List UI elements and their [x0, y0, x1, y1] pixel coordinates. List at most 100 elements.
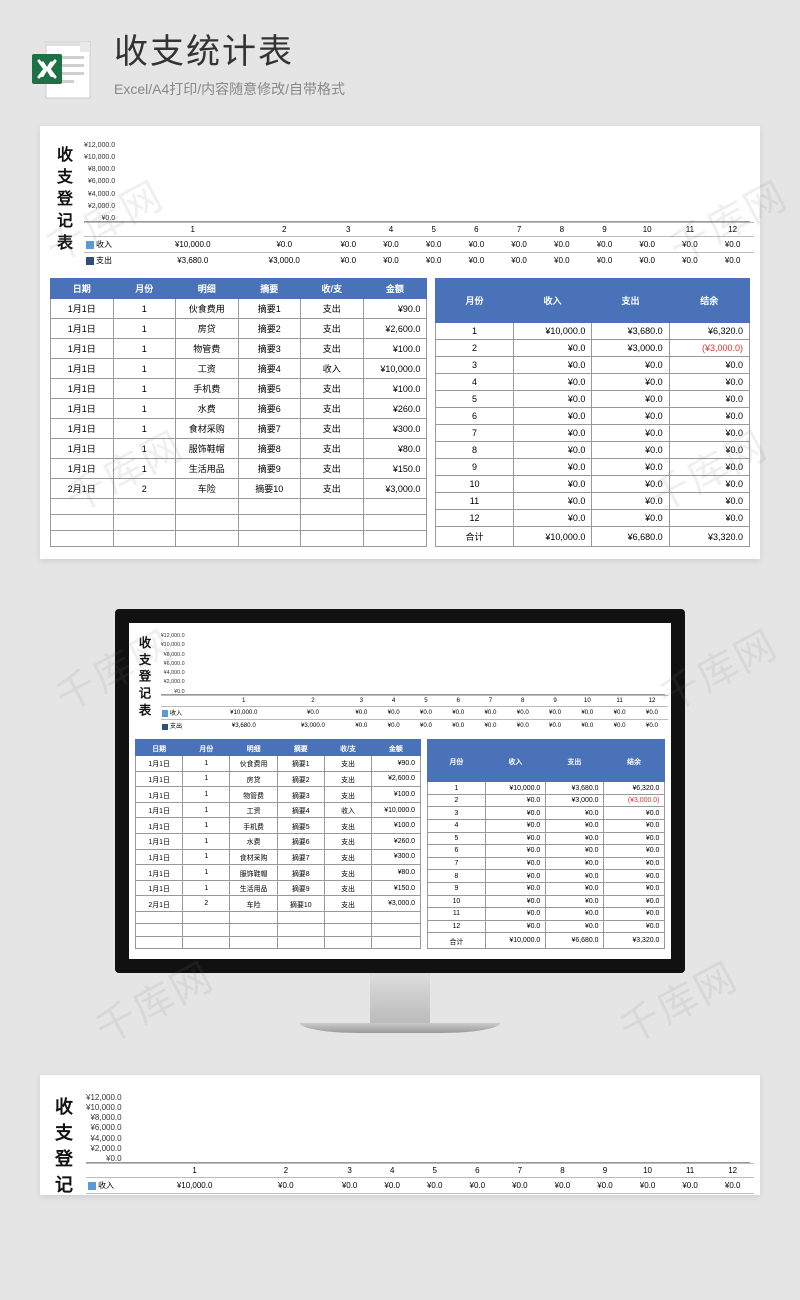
y-axis: ¥0.0¥2,000.0¥4,000.0¥6,000.0¥8,000.0¥10,…	[86, 1093, 126, 1163]
col-header: 结余	[604, 740, 665, 782]
cell: ¥0.0	[669, 425, 749, 442]
cell	[238, 515, 301, 531]
chart-value: ¥0.0	[327, 253, 370, 269]
chart-value: ¥0.0	[584, 1178, 627, 1194]
table-row: 4 ¥0.0 ¥0.0 ¥0.0	[427, 820, 664, 833]
cell: 伙食费用	[230, 756, 277, 772]
cell: 食材采购	[176, 419, 239, 439]
cell: 摘要6	[277, 834, 324, 850]
chart-value: ¥0.0	[455, 253, 498, 269]
x-tick: 3	[327, 223, 370, 237]
chart-value: ¥0.0	[539, 719, 571, 732]
table-row: 1 ¥10,000.0 ¥3,680.0 ¥6,320.0	[436, 323, 750, 340]
cell: ¥0.0	[592, 374, 669, 391]
chart-value: ¥0.0	[378, 719, 410, 732]
cell: ¥0.0	[486, 870, 546, 883]
chart-value: ¥0.0	[571, 706, 603, 719]
table-row: 1月1日1物管费摘要3支出¥100.0	[136, 787, 421, 803]
summary-table: 月份收入支出结余 1 ¥10,000.0 ¥3,680.0 ¥6,320.0 2…	[427, 739, 665, 948]
cell	[51, 531, 114, 547]
table-row: 2月1日2车险摘要10支出¥3,000.0	[51, 479, 427, 499]
cell	[136, 912, 183, 924]
cell	[363, 515, 427, 531]
cell: ¥3,680.0	[545, 782, 603, 795]
cell: ¥0.0	[604, 820, 665, 833]
cell: ¥0.0	[513, 425, 592, 442]
chart-value: ¥0.0	[584, 1194, 627, 1196]
cell: ¥0.0	[513, 408, 592, 425]
cell	[176, 515, 239, 531]
cell: 1	[113, 439, 176, 459]
table-row	[136, 924, 421, 936]
table-row: 8 ¥0.0 ¥0.0 ¥0.0	[427, 870, 664, 883]
table-row: 5 ¥0.0 ¥0.0 ¥0.0	[436, 391, 750, 408]
cell: 2	[113, 479, 176, 499]
cell: ¥0.0	[669, 408, 749, 425]
cell: 6	[436, 408, 513, 425]
table-row: 1月1日1服饰鞋帽摘要8支出¥80.0	[136, 865, 421, 881]
cell	[324, 936, 371, 948]
chart-value: ¥0.0	[711, 1178, 754, 1194]
chart-value: ¥0.0	[626, 1194, 669, 1196]
page-subtitle: Excel/A4打印/内容随意修改/自带格式	[114, 79, 345, 99]
cell: 合计	[436, 527, 513, 547]
table-row: 1月1日1手机费摘要5支出¥100.0	[136, 818, 421, 834]
cell: 1月1日	[136, 818, 183, 834]
cell: ¥0.0	[486, 882, 546, 895]
table-row: 1月1日1房贷摘要2支出¥2,600.0	[136, 771, 421, 787]
cell: 工资	[230, 802, 277, 818]
cell: 3	[436, 357, 513, 374]
cell: (¥3,000.0)	[669, 340, 749, 357]
cell: 1月1日	[136, 865, 183, 881]
chart-value: ¥0.0	[540, 237, 583, 253]
chart: ¥0.0¥2,000.0¥4,000.0¥6,000.0¥8,000.0¥10,…	[80, 142, 750, 268]
x-tick: 5	[412, 223, 455, 237]
cell	[301, 515, 364, 531]
summary-table: 月份收入支出结余 1 ¥10,000.0 ¥3,680.0 ¥6,320.0 2…	[435, 278, 750, 547]
chart-value: ¥0.0	[499, 1194, 542, 1196]
cell: 12	[436, 510, 513, 527]
details-table: 日期月份明细摘要收/支金额1月1日1伙食费用摘要1支出¥90.01月1日1房贷摘…	[135, 739, 421, 948]
cell: 支出	[324, 880, 371, 896]
cell: ¥0.0	[513, 374, 592, 391]
cell	[113, 531, 176, 547]
table-row: 合计 ¥10,000.0 ¥6,680.0 ¥3,320.0	[427, 933, 664, 949]
x-tick: 10	[571, 695, 603, 706]
x-tick: 11	[669, 223, 712, 237]
cell: ¥0.0	[669, 391, 749, 408]
table-row: 3 ¥0.0 ¥0.0 ¥0.0	[436, 357, 750, 374]
cell: ¥0.0	[486, 857, 546, 870]
cell: ¥0.0	[669, 476, 749, 493]
cell: 1	[113, 319, 176, 339]
x-tick: 2	[243, 1164, 328, 1178]
col-header: 日期	[51, 279, 114, 299]
cell: 4	[436, 374, 513, 391]
cell: ¥0.0	[669, 374, 749, 391]
chart-value: ¥0.0	[370, 253, 413, 269]
table-row: 1月1日1服饰鞋帽摘要8支出¥80.0	[51, 439, 427, 459]
cell: 摘要10	[238, 479, 301, 499]
y-axis: ¥0.0¥2,000.0¥4,000.0¥6,000.0¥8,000.0¥10,…	[161, 633, 188, 695]
x-tick: 8	[507, 695, 539, 706]
table-row: 1月1日1食材采购摘要7支出¥300.0	[136, 849, 421, 865]
sheet-title: 收支登记表	[135, 633, 158, 721]
cell: ¥3,000.0	[372, 896, 420, 912]
cell: 1	[436, 323, 513, 340]
chart-value: ¥0.0	[603, 719, 635, 732]
table-row	[51, 515, 427, 531]
cell: ¥100.0	[372, 787, 420, 803]
chart-value: ¥0.0	[413, 1194, 456, 1196]
cell: 房贷	[176, 319, 239, 339]
cell: ¥0.0	[486, 820, 546, 833]
cell: 支出	[301, 399, 364, 419]
table-row: 6 ¥0.0 ¥0.0 ¥0.0	[427, 845, 664, 858]
cell: ¥80.0	[363, 439, 427, 459]
x-tick: 4	[378, 695, 410, 706]
cell: ¥0.0	[545, 870, 603, 883]
col-header: 支出	[545, 740, 603, 782]
chart-value: ¥0.0	[711, 237, 754, 253]
table-row: 1月1日1工资摘要4收入¥10,000.0	[136, 802, 421, 818]
cell: 支出	[301, 299, 364, 319]
x-tick: 12	[711, 223, 754, 237]
preview-card: 收支登记表 ¥0.0¥2,000.0¥4,000.0¥6,000.0¥8,000…	[40, 126, 760, 559]
